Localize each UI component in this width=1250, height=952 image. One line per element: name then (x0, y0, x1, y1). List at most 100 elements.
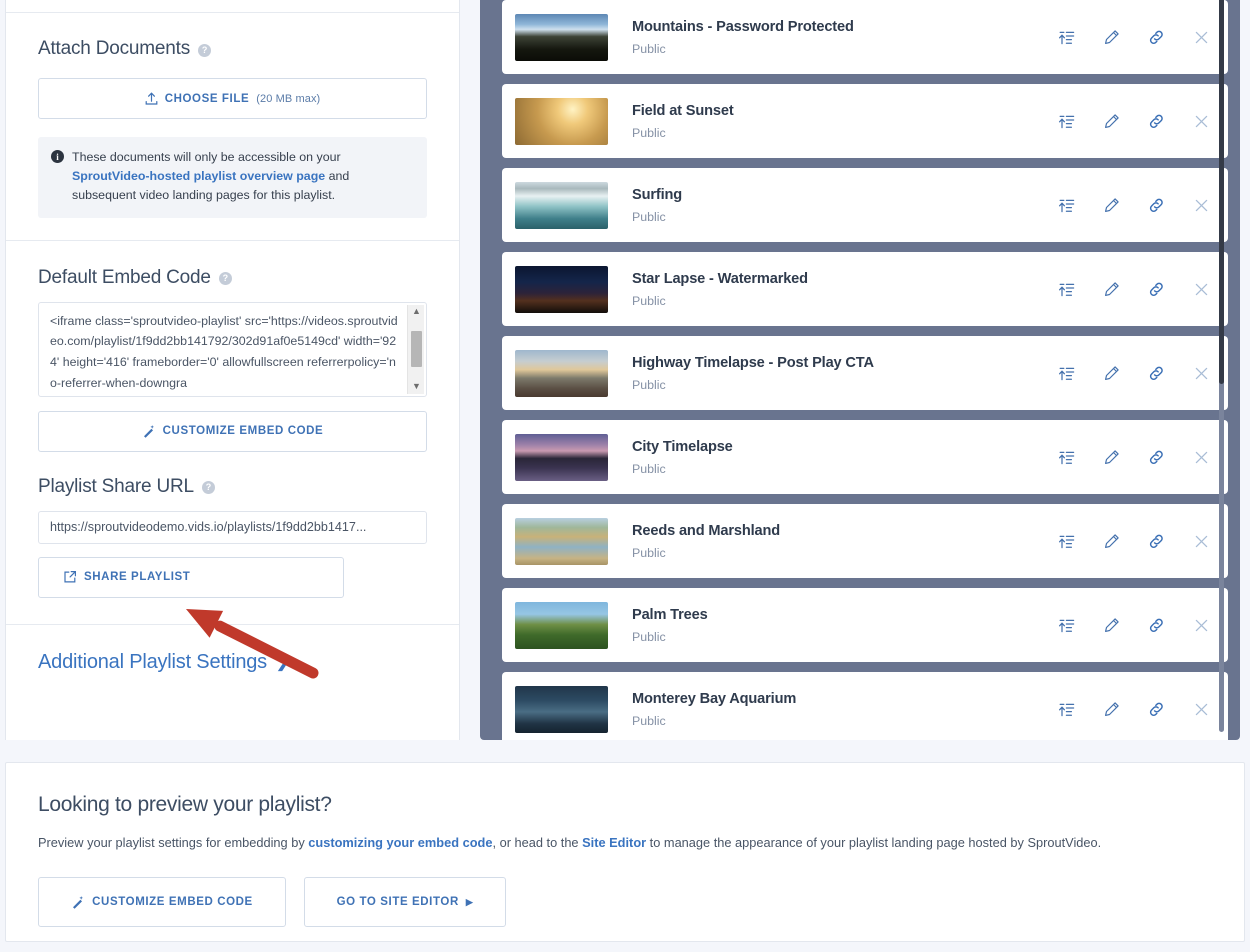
share-playlist-button[interactable]: SHARE PLAYLIST (38, 557, 344, 598)
remove-close-icon[interactable] (1192, 448, 1210, 466)
site-editor-link[interactable]: Site Editor (582, 835, 646, 850)
video-meta: Mountains - Password Protected Public (632, 18, 1057, 56)
video-thumbnail[interactable] (515, 686, 608, 733)
table-row[interactable]: Field at Sunset Public (502, 84, 1228, 158)
video-meta: City Timelapse Public (632, 438, 1057, 476)
video-meta: Reeds and Marshland Public (632, 522, 1057, 560)
video-row-actions (1057, 616, 1214, 634)
table-row[interactable]: Highway Timelapse - Post Play CTA Public (502, 336, 1228, 410)
chevron-right-icon: ❯ (276, 652, 289, 672)
question-mark-icon[interactable]: ? (198, 44, 211, 57)
bottom-customize-embed-code-button[interactable]: CUSTOMIZE EMBED CODE (38, 877, 286, 927)
scroll-down-arrow-icon[interactable]: ▼ (408, 380, 425, 394)
default-embed-code-heading-text: Default Embed Code (38, 267, 211, 289)
video-thumbnail[interactable] (515, 518, 608, 565)
move-to-top-icon[interactable] (1057, 28, 1075, 46)
edit-pencil-icon[interactable] (1102, 196, 1120, 214)
link-chain-icon[interactable] (1147, 448, 1165, 466)
move-to-top-icon[interactable] (1057, 112, 1075, 130)
info-text-before: These documents will only be accessible … (72, 150, 341, 164)
video-thumbnail[interactable] (515, 350, 608, 397)
additional-playlist-settings-toggle[interactable]: Additional Playlist Settings ❯ (38, 651, 427, 674)
remove-close-icon[interactable] (1192, 112, 1210, 130)
move-to-top-icon[interactable] (1057, 448, 1075, 466)
edit-pencil-icon[interactable] (1102, 112, 1120, 130)
video-thumbnail[interactable] (515, 602, 608, 649)
table-row[interactable]: City Timelapse Public (502, 420, 1228, 494)
remove-close-icon[interactable] (1192, 196, 1210, 214)
remove-close-icon[interactable] (1192, 28, 1210, 46)
additional-playlist-settings-section: Additional Playlist Settings ❯ (6, 625, 459, 674)
question-mark-icon[interactable]: ? (202, 481, 215, 494)
video-thumbnail[interactable] (515, 14, 608, 61)
move-to-top-icon[interactable] (1057, 196, 1075, 214)
video-row-actions (1057, 280, 1214, 298)
customize-embed-code-button[interactable]: CUSTOMIZE EMBED CODE (38, 411, 427, 452)
choose-file-label: CHOOSE FILE (165, 93, 250, 105)
move-to-top-icon[interactable] (1057, 700, 1075, 718)
link-chain-icon[interactable] (1147, 700, 1165, 718)
video-thumbnail[interactable] (515, 434, 608, 481)
remove-close-icon[interactable] (1192, 532, 1210, 550)
embed-code-scrollbar[interactable]: ▲ ▼ (407, 305, 424, 394)
video-panel-scrollbar-thumb[interactable] (1219, 0, 1224, 384)
remove-close-icon[interactable] (1192, 280, 1210, 298)
video-meta: Surfing Public (632, 186, 1057, 224)
link-chain-icon[interactable] (1147, 364, 1165, 382)
link-chain-icon[interactable] (1147, 196, 1165, 214)
move-to-top-icon[interactable] (1057, 364, 1075, 382)
sproutvideo-overview-page-link[interactable]: SproutVideo-hosted playlist overview pag… (72, 169, 325, 183)
edit-pencil-icon[interactable] (1102, 28, 1120, 46)
question-mark-icon[interactable]: ? (219, 272, 232, 285)
playlist-share-url-heading-text: Playlist Share URL (38, 476, 194, 498)
video-thumbnail[interactable] (515, 266, 608, 313)
playlist-video-list[interactable]: Mountains - Password Protected Public Fi… (480, 0, 1240, 740)
edit-pencil-icon[interactable] (1102, 532, 1120, 550)
table-row[interactable]: Monterey Bay Aquarium Public (502, 672, 1228, 740)
table-row[interactable]: Mountains - Password Protected Public (502, 0, 1228, 74)
link-chain-icon[interactable] (1147, 532, 1165, 550)
attach-documents-heading-text: Attach Documents (38, 38, 190, 60)
scroll-up-arrow-icon[interactable]: ▲ (408, 305, 425, 319)
customizing-embed-code-link[interactable]: customizing your embed code (308, 835, 492, 850)
embed-code-value: <iframe class='sproutvideo-playlist' src… (50, 314, 398, 390)
link-chain-icon[interactable] (1147, 280, 1165, 298)
video-panel-scrollbar[interactable] (1219, 0, 1224, 732)
edit-pencil-icon[interactable] (1102, 616, 1120, 634)
video-visibility-badge: Public (632, 126, 1057, 140)
edit-pencil-icon[interactable] (1102, 700, 1120, 718)
edit-pencil-icon[interactable] (1102, 280, 1120, 298)
table-row[interactable]: Surfing Public (502, 168, 1228, 242)
scrollbar-thumb[interactable] (411, 331, 422, 367)
table-row[interactable]: Palm Trees Public (502, 588, 1228, 662)
video-thumbnail[interactable] (515, 98, 608, 145)
link-chain-icon[interactable] (1147, 112, 1165, 130)
remove-close-icon[interactable] (1192, 700, 1210, 718)
video-title: City Timelapse (632, 438, 1057, 457)
bottom-customize-embed-code-label: CUSTOMIZE EMBED CODE (92, 896, 253, 908)
video-visibility-badge: Public (632, 546, 1057, 560)
default-embed-code-title: Default Embed Code ? (38, 267, 427, 289)
move-to-top-icon[interactable] (1057, 280, 1075, 298)
magic-wand-icon (142, 424, 156, 438)
link-chain-icon[interactable] (1147, 616, 1165, 634)
table-row[interactable]: Reeds and Marshland Public (502, 504, 1228, 578)
move-to-top-icon[interactable] (1057, 532, 1075, 550)
playlist-settings-card: Attach Documents ? CHOOSE FILE (20 MB ma… (5, 0, 460, 740)
desc-part-3: to manage the appearance of your playlis… (646, 835, 1101, 850)
video-visibility-badge: Public (632, 210, 1057, 224)
edit-pencil-icon[interactable] (1102, 448, 1120, 466)
go-to-site-editor-button[interactable]: GO TO SITE EDITOR ▶ (304, 877, 506, 927)
choose-file-button[interactable]: CHOOSE FILE (20 MB max) (38, 78, 427, 119)
table-row[interactable]: Star Lapse - Watermarked Public (502, 252, 1228, 326)
share-playlist-label: SHARE PLAYLIST (84, 571, 190, 583)
embed-code-textarea[interactable]: <iframe class='sproutvideo-playlist' src… (38, 302, 427, 397)
preview-playlist-description: Preview your playlist settings for embed… (38, 833, 1212, 852)
edit-pencil-icon[interactable] (1102, 364, 1120, 382)
remove-close-icon[interactable] (1192, 616, 1210, 634)
share-url-input[interactable]: https://sproutvideodemo.vids.io/playlist… (38, 511, 427, 544)
video-thumbnail[interactable] (515, 182, 608, 229)
remove-close-icon[interactable] (1192, 364, 1210, 382)
move-to-top-icon[interactable] (1057, 616, 1075, 634)
link-chain-icon[interactable] (1147, 28, 1165, 46)
